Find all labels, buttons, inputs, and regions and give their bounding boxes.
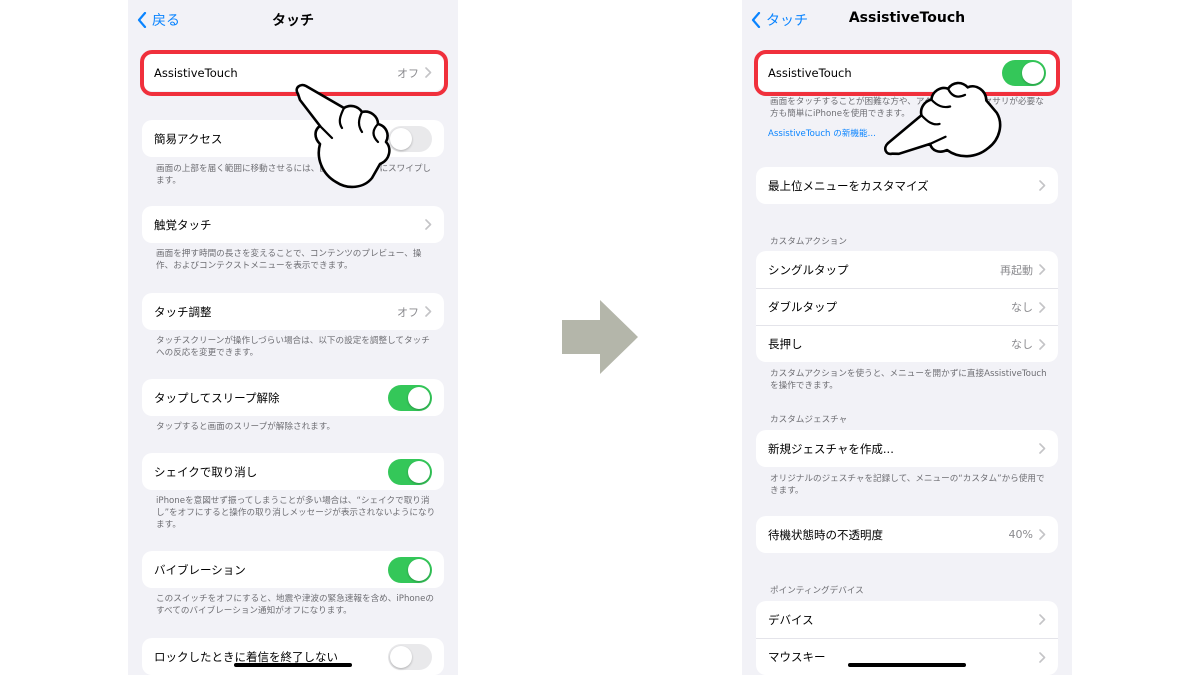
row-label: ダブルタップ	[768, 300, 837, 314]
idle-opacity-group: 待機状態時の不透明度 40%	[756, 516, 1058, 553]
prevent-lock-end-call-row[interactable]: ロックしたときに着信を終了しない	[142, 638, 444, 675]
navigation-bar: タッチ AssistiveTouch	[742, 0, 1072, 40]
row-value: オフ	[397, 305, 419, 319]
left-touch-settings-screen: 戻る タッチ AssistiveTouch オフ 簡易アクセス 画面の上部を届く…	[128, 0, 458, 675]
haptic-touch-footer: 画面を押す時間の長さを変えることで、コンテンツのプレビュー、操作、およびコンテク…	[156, 249, 422, 271]
row-label: デバイス	[768, 612, 814, 627]
page-title: タッチ	[272, 13, 314, 29]
mouse-keys-row[interactable]: マウスキー	[756, 638, 1058, 675]
idle-opacity-row[interactable]: 待機状態時の不透明度 40%	[756, 516, 1058, 553]
prevent-lock-end-call-group: ロックしたときに着信を終了しない	[142, 638, 444, 675]
toggle-knob	[408, 460, 430, 483]
touch-accommodations-footer: タッチスクリーンが操作しづらい場合は、以下の設定を調整してタッチへの反応を変更で…	[156, 336, 430, 358]
chevron-right-icon	[1039, 264, 1046, 275]
custom-gestures-footer: オリジナルのジェスチャを記録して、メニューの“カスタム”から使用できます。	[770, 474, 1045, 496]
custom-actions-footer: カスタムアクションを使うと、メニューを開かずに直接AssistiveTouchを…	[770, 369, 1047, 391]
row-value: なし	[1011, 338, 1033, 351]
haptic-touch-group: 触覚タッチ	[142, 206, 444, 243]
assistivetouch-whats-new-link[interactable]: AssistiveTouch の新機能...	[768, 127, 876, 139]
custom-actions-header: カスタムアクション	[770, 237, 847, 247]
vibration-footer: このスイッチをオフにすると、地震や津波の緊急速報を含め、iPhoneのすべてのバ…	[156, 594, 434, 616]
pointing-hand-icon	[295, 83, 391, 189]
vibration-group: バイブレーション	[142, 551, 444, 588]
shake-to-undo-row[interactable]: シェイクで取り消し	[142, 453, 444, 490]
home-indicator	[848, 663, 966, 667]
custom-gestures-group: 新規ジェスチャを作成...	[756, 430, 1058, 467]
chevron-right-icon	[1039, 651, 1046, 663]
chevron-right-icon	[1039, 529, 1046, 540]
home-indicator	[234, 663, 352, 667]
row-label: 最上位メニューをカスタマイズ	[768, 178, 929, 193]
shake-to-undo-group: シェイクで取り消し	[142, 453, 444, 490]
shake-to-undo-toggle[interactable]	[388, 458, 432, 485]
tap-to-wake-group: タップしてスリープ解除	[142, 379, 444, 416]
touch-accommodations-group: タッチ調整 オフ	[142, 293, 444, 330]
tap-to-wake-toggle[interactable]	[388, 384, 432, 411]
row-label: 触覚タッチ	[154, 217, 212, 232]
haptic-touch-row[interactable]: 触覚タッチ	[142, 206, 444, 243]
toggle-knob	[408, 558, 430, 581]
chevron-right-icon	[1039, 180, 1046, 191]
vibration-row[interactable]: バイブレーション	[142, 551, 444, 588]
create-gesture-row[interactable]: 新規ジェスチャを作成...	[756, 430, 1058, 467]
custom-gestures-header: カスタムジェスチャ	[770, 415, 848, 425]
page-title: AssistiveTouch	[848, 10, 966, 26]
chevron-right-icon	[1039, 301, 1046, 313]
toggle-knob	[408, 386, 430, 409]
right-assistivetouch-screen: タッチ AssistiveTouch AssistiveTouch 画面をタッチ…	[742, 0, 1072, 675]
reachability-toggle[interactable]	[388, 125, 432, 152]
custom-actions-group: シングルタップ 再起動 ダブルタップ なし 長押し なし	[756, 251, 1058, 362]
chevron-right-icon	[1039, 614, 1046, 625]
row-label: 新規ジェスチャを作成...	[768, 441, 894, 456]
pointing-devices-header: ポインティングデバイス	[770, 586, 864, 596]
long-press-row[interactable]: 長押し なし	[756, 325, 1058, 362]
tap-to-wake-footer: タップすると画面のスリープが解除されます。	[156, 422, 336, 432]
touch-accommodations-row[interactable]: タッチ調整 オフ	[142, 293, 444, 330]
toggle-knob	[390, 645, 412, 668]
row-label: 長押し	[768, 337, 803, 351]
row-label: シングルタップ	[768, 262, 849, 277]
row-label: タッチ調整	[154, 304, 212, 319]
tap-to-wake-row[interactable]: タップしてスリープ解除	[142, 379, 444, 416]
row-value: 再起動	[1000, 263, 1033, 277]
vibration-toggle[interactable]	[388, 556, 432, 583]
devices-row[interactable]: デバイス	[756, 601, 1058, 638]
row-value: なし	[1011, 301, 1033, 314]
row-label: タップしてスリープ解除	[154, 390, 280, 405]
arrow-right-icon	[562, 300, 638, 374]
chevron-right-icon	[1039, 338, 1046, 350]
chevron-right-icon	[425, 306, 432, 317]
chevron-right-icon	[425, 219, 432, 230]
row-label: 待機状態時の不透明度	[768, 527, 883, 542]
prevent-lock-end-call-toggle[interactable]	[388, 643, 432, 670]
single-tap-row[interactable]: シングルタップ 再起動	[756, 251, 1058, 288]
shake-to-undo-footer: iPhoneを意図せず振ってしまうことが多い場合は、“シェイクで取り消し”をオフ…	[156, 496, 436, 530]
row-label: バイブレーション	[154, 562, 246, 577]
navigation-bar: 戻る タッチ	[128, 0, 458, 40]
customize-menu-group: 最上位メニューをカスタマイズ	[756, 167, 1058, 204]
customize-top-menu-row[interactable]: 最上位メニューをカスタマイズ	[756, 167, 1058, 204]
double-tap-row[interactable]: ダブルタップ なし	[756, 288, 1058, 325]
row-label: シェイクで取り消し	[154, 464, 258, 479]
row-value: 40%	[1008, 528, 1033, 541]
chevron-right-icon	[1039, 443, 1046, 454]
toggle-knob	[390, 127, 412, 150]
